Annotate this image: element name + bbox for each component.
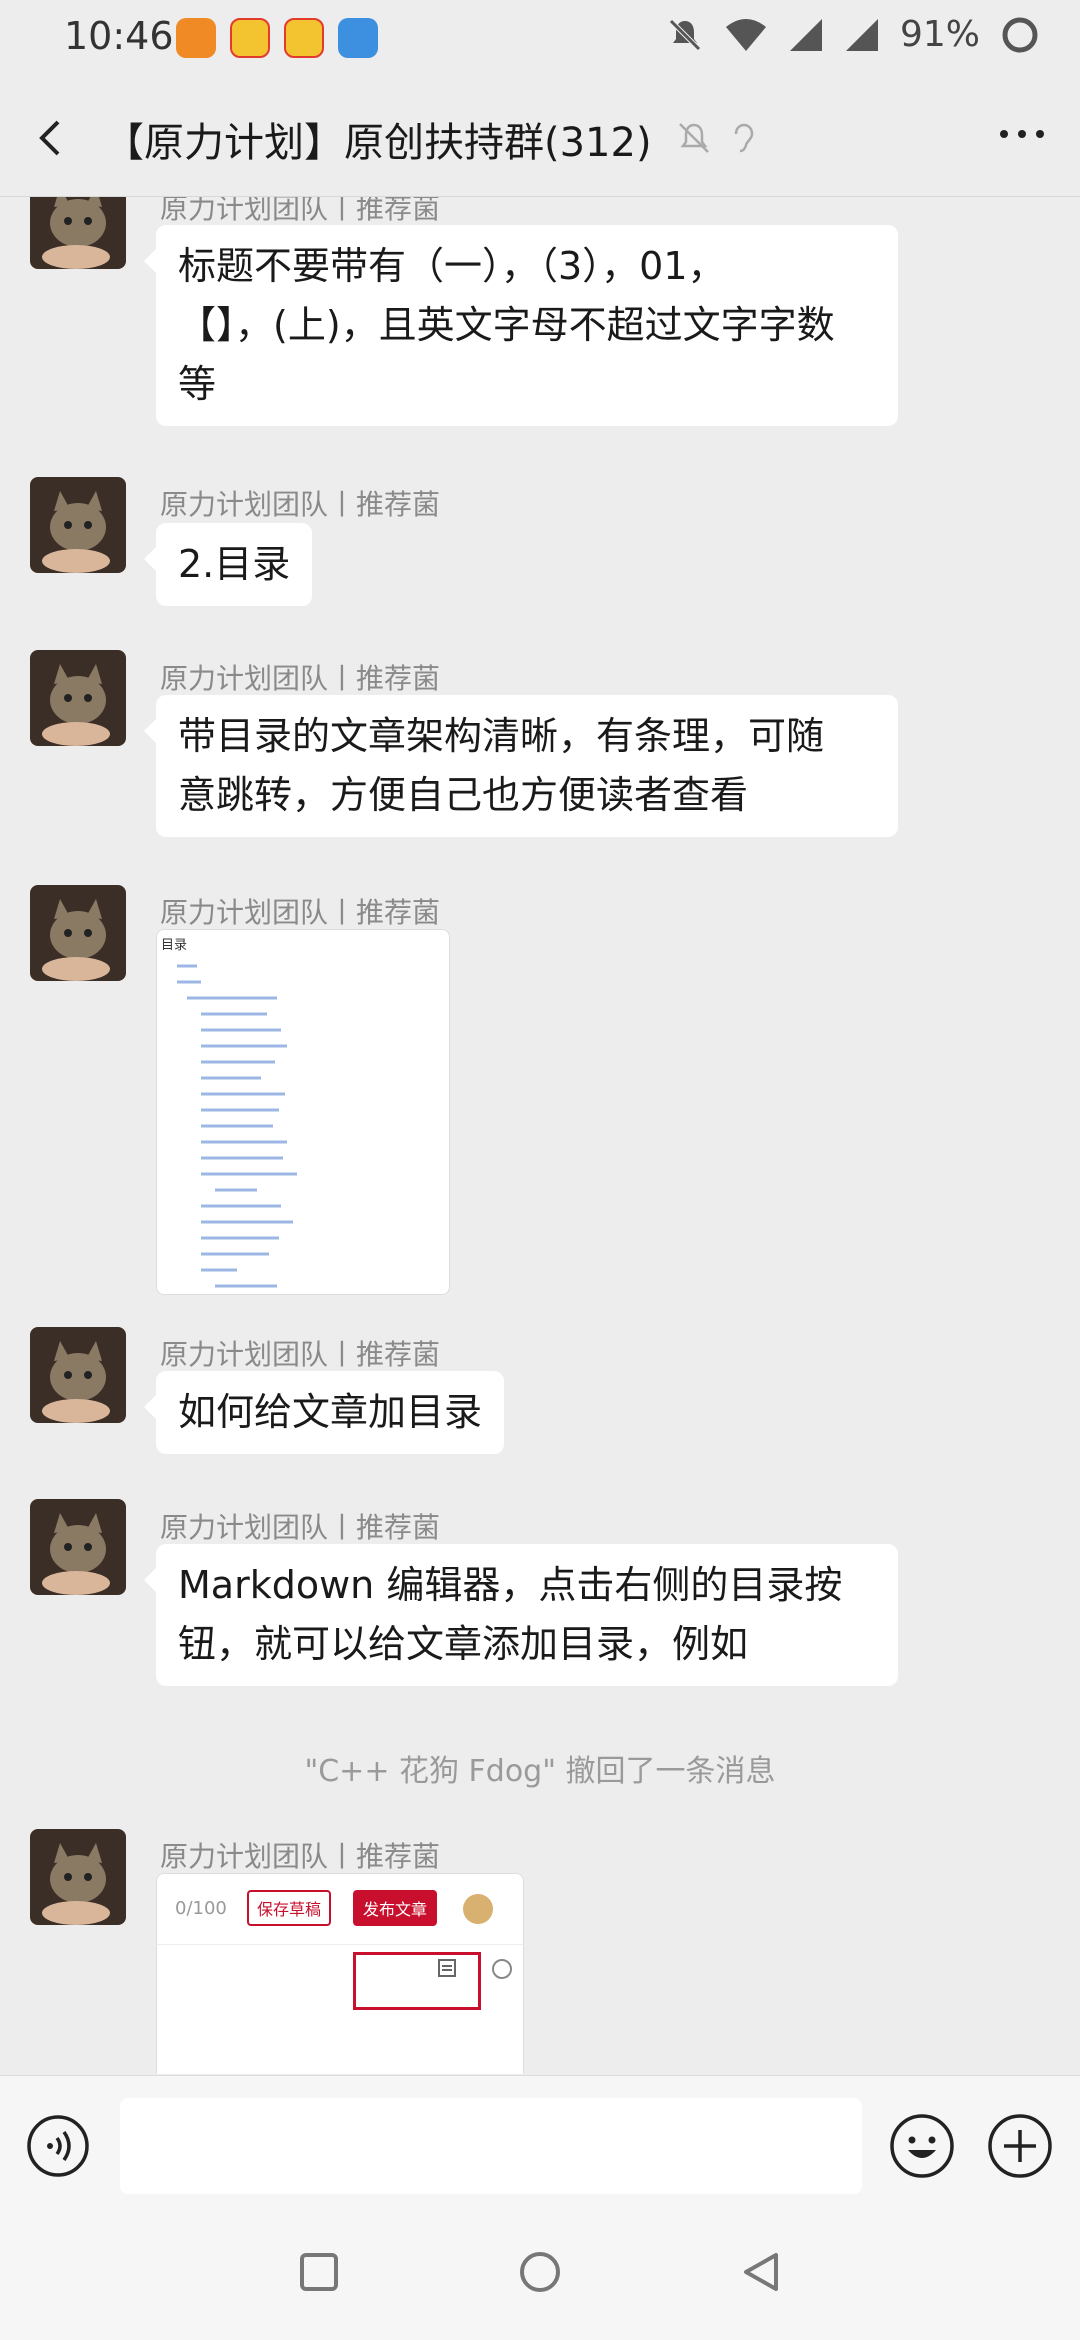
toc-image: [177, 964, 297, 1288]
sender-name: 原力计划团队丨推荐菌: [160, 197, 441, 225]
word-count: 0/100: [175, 1898, 227, 1919]
message-line: 钮，就可以给文章添加目录，例如: [178, 1622, 749, 1666]
avatar[interactable]: [30, 1327, 126, 1423]
message-line: 带目录的文章架构清晰，有条理，可随: [178, 714, 825, 758]
avatar[interactable]: [30, 197, 126, 269]
more-icon[interactable]: [1000, 130, 1044, 138]
mute-icon: [679, 123, 709, 153]
recall-notice: "C++ 花狗 Fdog" 撤回了一条消息: [304, 1754, 776, 1789]
sender-name: 原力计划团队丨推荐菌: [160, 1840, 441, 1873]
chat-messages[interactable]: 原力计划团队丨推荐菌 标题不要带有（一），（3），01， 【】，(上)，且英文字…: [0, 197, 1080, 2074]
image-message-toc[interactable]: 目录: [156, 929, 450, 1295]
signal-icon: [789, 18, 822, 51]
plus-icon[interactable]: [986, 2112, 1054, 2180]
message-line: 等: [178, 362, 217, 406]
uc-browser-icon: [176, 18, 216, 58]
message-bubble[interactable]: Markdown 编辑器，点击右侧的目录按 钮，就可以给文章添加目录，例如: [144, 1544, 898, 1686]
sender-name: 原力计划团队丨推荐菌: [160, 662, 441, 695]
message-line: Markdown 编辑器，点击右侧的目录按: [178, 1563, 843, 1607]
message-line: 意跳转，方便自己也方便读者查看: [178, 773, 749, 817]
avatar[interactable]: [30, 885, 126, 981]
help-icon: [492, 1959, 512, 1979]
sender-name: 原力计划团队丨推荐菌: [160, 896, 441, 929]
image-message-editor[interactable]: 0/100 保存草稿 发布文章: [156, 1873, 524, 2074]
toc-icon: [438, 1959, 456, 1977]
notification-icons: [176, 18, 378, 58]
toc-image-title: 目录: [161, 938, 188, 953]
screenshot-toolbar: 0/100 保存草稿 发布文章: [157, 1874, 523, 1945]
wifi-icon: [725, 18, 766, 51]
battery-percent: 91%: [899, 14, 980, 55]
message-bubble[interactable]: 如何给文章加目录: [143, 1371, 505, 1454]
chat-title: 【原力计划】原创扶持群(312): [104, 120, 652, 166]
mute-bell-icon: [669, 18, 701, 51]
sender-name: 原力计划团队丨推荐菌: [160, 488, 441, 521]
message-line: 【】，(上)，且英文字母不超过文字字数: [178, 303, 835, 347]
recent-apps-icon[interactable]: [294, 2247, 344, 2297]
status-time: 10:46: [64, 14, 174, 58]
user-avatar: [463, 1894, 493, 1924]
signal-icon: [845, 18, 878, 51]
message-line: 2.目录: [178, 542, 291, 586]
ear-icon: [734, 123, 754, 153]
message-input[interactable]: [120, 2098, 862, 2194]
publish-button: 发布文章: [353, 1890, 438, 1926]
message-bubble[interactable]: 2.目录: [143, 523, 313, 606]
sender-name: 原力计划团队丨推荐菌: [160, 1511, 441, 1544]
status-bar: 10:46 91%: [0, 0, 1080, 80]
battery-icon: [1002, 17, 1038, 52]
toc-button-highlight: [353, 1952, 481, 2010]
system-nav-bar: [0, 2205, 1080, 2340]
home-icon[interactable]: [515, 2247, 565, 2297]
message-line: 如何给文章加目录: [178, 1390, 483, 1434]
input-bar: [0, 2075, 1080, 2206]
avatar[interactable]: [30, 1829, 126, 1925]
sender-name: 原力计划团队丨推荐菌: [160, 1338, 441, 1371]
back-icon[interactable]: [28, 116, 72, 160]
avatar[interactable]: [30, 650, 126, 746]
weibo-icon: [284, 18, 324, 58]
message-bubble[interactable]: 带目录的文章架构清晰，有条理，可随 意跳转，方便自己也方便读者查看: [144, 695, 898, 837]
avatar[interactable]: [30, 1499, 126, 1595]
message-line: 标题不要带有（一），（3），01，: [178, 244, 726, 288]
sync-icon: [338, 18, 378, 58]
back-nav-icon[interactable]: [736, 2247, 786, 2297]
chat-header: 【原力计划】原创扶持群(312): [0, 80, 1080, 197]
emoji-icon[interactable]: [888, 2112, 956, 2180]
voice-icon[interactable]: [26, 2114, 90, 2178]
message-bubble[interactable]: 标题不要带有（一），（3），01， 【】，(上)，且英文字母不超过文字字数 等: [144, 225, 898, 426]
avatar[interactable]: [30, 477, 126, 573]
save-draft-button: 保存草稿: [247, 1890, 332, 1926]
weibo-icon: [230, 18, 270, 58]
